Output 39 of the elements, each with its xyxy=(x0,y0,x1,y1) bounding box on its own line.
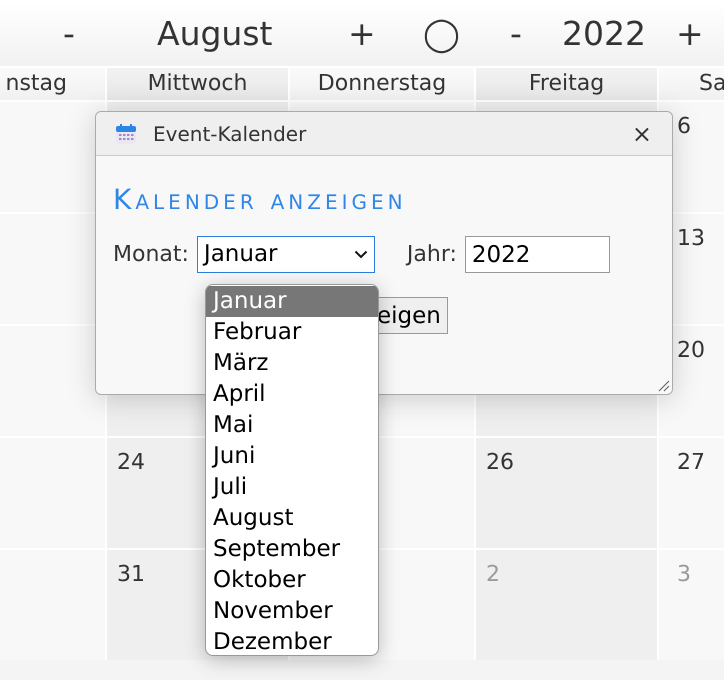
dropdown-option[interactable]: April xyxy=(206,379,378,410)
day-number: 31 xyxy=(117,562,145,588)
weekday-header: Donnerstag xyxy=(290,68,474,100)
day-number: 20 xyxy=(677,338,705,364)
weekday-header: Sa xyxy=(659,68,724,100)
prev-year-button[interactable]: - xyxy=(510,12,522,56)
calendar-cell[interactable]: 26 xyxy=(476,438,657,548)
month-select[interactable]: Januar xyxy=(196,236,375,273)
close-button[interactable]: × xyxy=(628,120,656,146)
weekday-header: nstag xyxy=(0,68,105,100)
calendar-icon xyxy=(115,122,137,144)
day-number: 27 xyxy=(677,450,705,476)
next-year-button[interactable]: + xyxy=(676,12,704,56)
day-number: 3 xyxy=(677,562,691,588)
today-button[interactable]: ◯ xyxy=(423,12,460,56)
day-number: 13 xyxy=(677,226,705,252)
dialog-title: Event-Kalender xyxy=(153,120,306,148)
resize-grip-icon[interactable] xyxy=(658,380,670,392)
calendar-cell[interactable] xyxy=(0,326,105,436)
dropdown-option[interactable]: Januar xyxy=(206,286,378,317)
year-input[interactable]: 2022 xyxy=(464,236,610,273)
day-number: 2 xyxy=(486,562,500,588)
prev-month-button[interactable]: - xyxy=(63,12,75,56)
calendar-cell[interactable]: 27 xyxy=(659,438,724,548)
dialog-heading: Kalender anzeigen xyxy=(113,182,408,218)
calendar-cell[interactable] xyxy=(0,102,105,212)
month-label: August xyxy=(157,13,272,55)
dropdown-option[interactable]: Mai xyxy=(206,410,378,441)
dropdown-option[interactable]: März xyxy=(206,348,378,379)
weekday-header: Mittwoch xyxy=(107,68,288,100)
field-label: Jahr: xyxy=(406,241,457,269)
day-number: 26 xyxy=(486,450,514,476)
day-number: 24 xyxy=(117,450,145,476)
chevron-down-icon xyxy=(354,250,368,259)
weekday-header: Freitag xyxy=(476,68,657,100)
next-month-button[interactable]: + xyxy=(348,12,376,56)
field-label: Monat: xyxy=(113,241,189,269)
year-label: 2022 xyxy=(562,13,646,55)
day-number: 6 xyxy=(677,114,691,140)
